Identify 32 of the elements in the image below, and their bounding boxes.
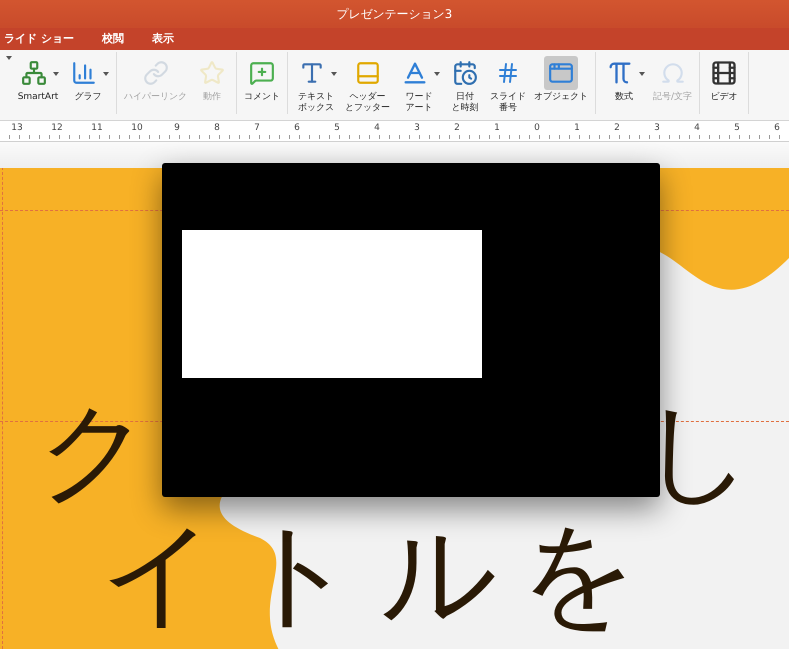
dropdown-caret-icon[interactable] bbox=[434, 72, 440, 76]
slide-title-text: ク bbox=[38, 396, 151, 514]
slide-title-text: し bbox=[641, 396, 754, 514]
ribbon-button[interactable]: 日付 と時刻 bbox=[445, 56, 485, 114]
smartart-icon bbox=[21, 60, 47, 86]
chart-icon bbox=[71, 60, 97, 86]
ribbon-button[interactable]: スライド 番号 bbox=[487, 56, 529, 114]
dropdown-caret-icon[interactable] bbox=[53, 72, 59, 76]
ribbon-button[interactable]: SmartArt bbox=[14, 56, 62, 103]
dropdown-caret-icon[interactable] bbox=[103, 72, 109, 76]
menu-tab[interactable]: 表示 bbox=[152, 30, 174, 46]
menu-tab[interactable]: ライド ショー bbox=[4, 30, 74, 46]
ribbon-button[interactable]: テキスト ボックス bbox=[292, 56, 340, 114]
dropdown-caret-icon[interactable] bbox=[331, 72, 337, 76]
ribbon-button[interactable]: コメント bbox=[241, 56, 283, 103]
ribbon-button[interactable]: ヘッダー とフッター bbox=[342, 56, 393, 114]
slide-title-text: イトルを bbox=[99, 514, 661, 634]
ribbon-button[interactable]: ビデオ bbox=[704, 56, 744, 103]
dropdown-caret-icon[interactable] bbox=[6, 56, 12, 60]
video-icon bbox=[710, 59, 738, 87]
ribbon-button[interactable]: ワード アート bbox=[395, 56, 443, 114]
ribbon-button[interactable]: 数式 bbox=[600, 56, 648, 103]
window-title: プレゼンテーション3 bbox=[336, 6, 452, 22]
header-icon bbox=[354, 60, 380, 86]
comment-icon bbox=[249, 60, 275, 86]
slidenumber-icon bbox=[496, 61, 520, 85]
dropdown-caret-icon[interactable] bbox=[639, 72, 645, 76]
hyperlink-icon bbox=[142, 60, 168, 86]
menu-tab[interactable]: 校閲 bbox=[102, 30, 124, 46]
ribbon-button[interactable]: オブジェクト bbox=[531, 56, 591, 103]
ribbon-button[interactable]: グラフ bbox=[64, 56, 112, 103]
datetime-icon bbox=[452, 60, 478, 86]
